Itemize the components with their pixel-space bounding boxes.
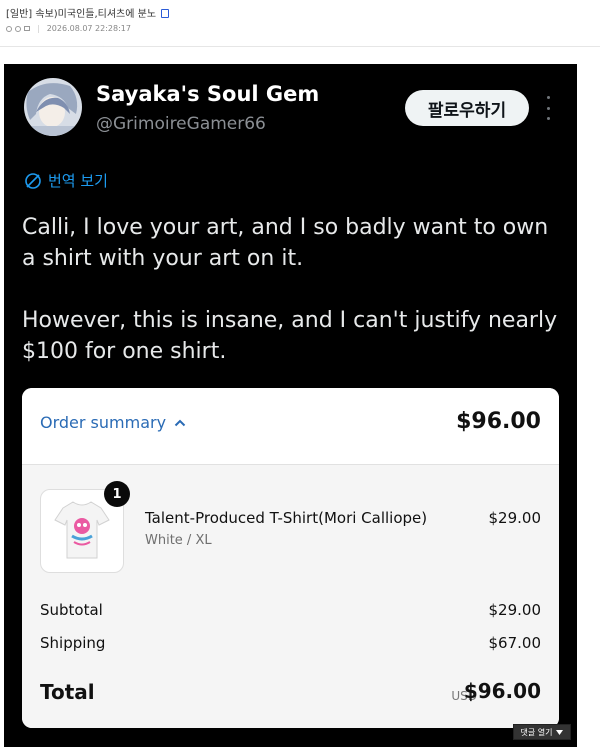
- total-value: $96.00: [463, 679, 541, 703]
- subtotal-label: Subtotal: [40, 601, 103, 619]
- caret-down-icon: [556, 729, 564, 735]
- order-summary-card: Order summary $96.00 1 Talent-Produced T…: [22, 388, 559, 728]
- shipping-label: Shipping: [40, 634, 106, 652]
- user-handle[interactable]: @GrimoireGamer66: [96, 114, 266, 134]
- translate-label: 번역 보기: [48, 172, 108, 190]
- circle-icon: [15, 25, 21, 32]
- meta-separator: |: [37, 24, 40, 33]
- memo-icon[interactable]: [161, 9, 170, 18]
- order-summary-total: $96.00: [456, 409, 541, 434]
- total-label: Total: [40, 680, 95, 704]
- post-title-text: [일반] 속보)미국인들,티셔츠에 분노: [6, 9, 157, 20]
- follow-button[interactable]: 팔로우하기: [405, 90, 529, 126]
- avatar-image: [24, 78, 82, 136]
- product-variant: White / XL: [145, 533, 212, 548]
- product-price: $29.00: [488, 509, 542, 527]
- tweet-paragraph: Calli, I love your art, and I so badly w…: [22, 215, 549, 271]
- post-header: [일반] 속보)미국인들,티셔츠에 분노 | 2026.08.07 22:28:…: [0, 0, 600, 47]
- open-comments-button[interactable]: 댓글 열기: [513, 724, 571, 740]
- tweet-paragraph: However, this is insane, and I can't jus…: [22, 308, 558, 364]
- square-icon: [24, 26, 30, 31]
- quantity-badge: 1: [104, 481, 130, 507]
- translate-link[interactable]: 번역 보기: [24, 170, 108, 191]
- order-details: 1 Talent-Produced T-Shirt(Mori Calliope)…: [22, 465, 559, 728]
- avatar[interactable]: [24, 78, 82, 136]
- circle-icon: [6, 25, 12, 32]
- open-comments-label: 댓글 열기: [520, 727, 553, 737]
- order-summary-header: Order summary $96.00: [22, 388, 559, 465]
- tweet-text: Calli, I love your art, and I so badly w…: [22, 212, 567, 367]
- globe-icon: [25, 172, 41, 189]
- order-summary-toggle[interactable]: Order summary: [40, 413, 186, 432]
- post-title: [일반] 속보)미국인들,티셔츠에 분노: [6, 5, 170, 20]
- post-timestamp: 2026.08.07 22:28:17: [46, 24, 131, 33]
- order-summary-label: Order summary: [40, 413, 167, 432]
- post-meta: | 2026.08.07 22:28:17: [6, 24, 131, 33]
- tweet-screenshot: Sayaka's Soul Gem @GrimoireGamer66 팔로우하기…: [4, 64, 577, 747]
- chevron-up-icon: [174, 419, 186, 426]
- more-options-icon[interactable]: [542, 96, 554, 120]
- display-name[interactable]: Sayaka's Soul Gem: [96, 82, 319, 106]
- product-name: Talent-Produced T-Shirt(Mori Calliope): [145, 509, 428, 527]
- subtotal-value: $29.00: [488, 601, 542, 619]
- shipping-value: $67.00: [488, 634, 542, 652]
